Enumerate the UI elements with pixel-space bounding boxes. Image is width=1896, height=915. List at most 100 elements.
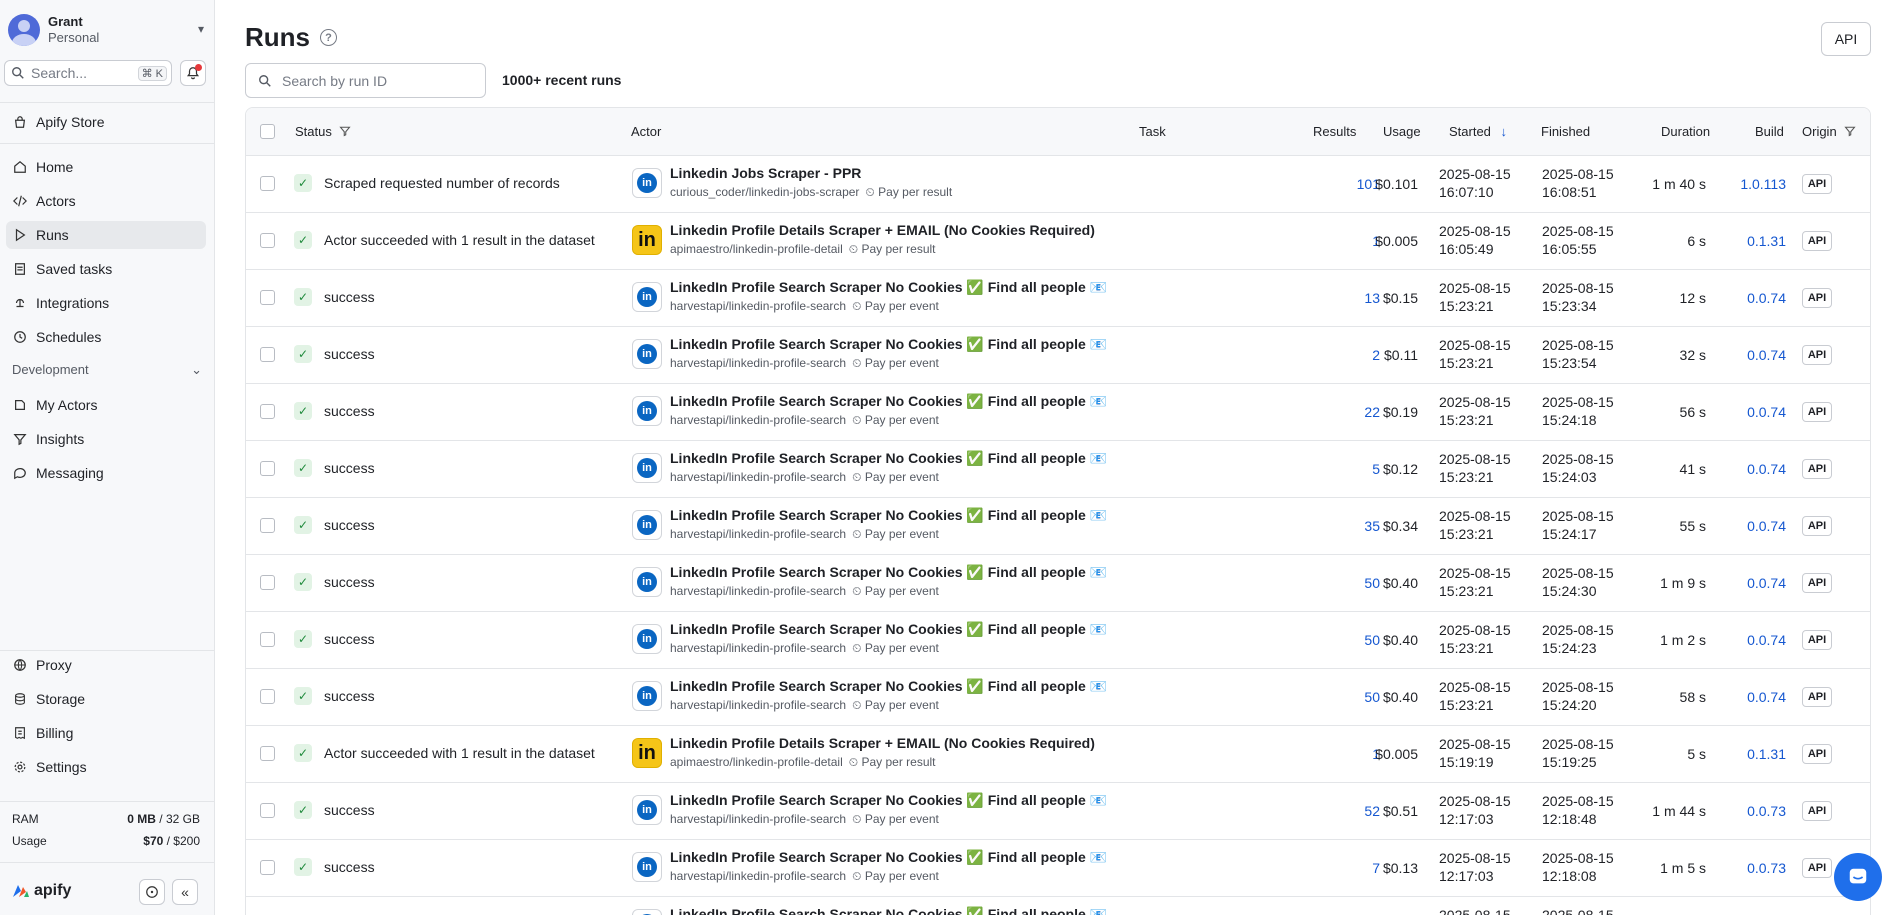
nav-storage[interactable]: Storage — [6, 685, 206, 713]
row-checkbox[interactable] — [260, 290, 275, 305]
help-button[interactable] — [139, 879, 165, 905]
actor-name[interactable]: LinkedIn Profile Search Scraper No Cooki… — [670, 906, 1107, 915]
select-all-checkbox[interactable] — [260, 124, 275, 139]
actor-icon[interactable]: in — [632, 567, 662, 597]
actor-icon[interactable]: in — [632, 453, 662, 483]
header-origin[interactable]: Origin — [1802, 124, 1856, 139]
row-checkbox[interactable] — [260, 404, 275, 419]
row-checkbox[interactable] — [260, 803, 275, 818]
actor-name[interactable]: LinkedIn Profile Search Scraper No Cooki… — [670, 849, 1107, 866]
chevron-down-icon[interactable]: ▾ — [198, 22, 204, 36]
actor-name[interactable]: LinkedIn Profile Search Scraper No Cooki… — [670, 450, 1107, 467]
api-button[interactable]: API — [1821, 22, 1871, 56]
table-row[interactable]: ✓ success in LinkedIn Profile Search Scrape… — [246, 669, 1870, 726]
table-row[interactable]: ✓ success in LinkedIn Profile Search Scrape… — [246, 327, 1870, 384]
row-checkbox[interactable] — [260, 347, 275, 362]
nav-insights[interactable]: Insights — [6, 425, 206, 453]
table-row[interactable]: ✓ Actor succeeded with 1 result in the da… — [246, 213, 1870, 270]
row-checkbox[interactable] — [260, 632, 275, 647]
actor-name[interactable]: LinkedIn Profile Search Scraper No Cooki… — [670, 507, 1107, 524]
actor-name[interactable]: LinkedIn Profile Search Scraper No Cooki… — [670, 792, 1107, 809]
actor-name[interactable]: LinkedIn Profile Search Scraper No Cooki… — [670, 621, 1107, 638]
row-checkbox[interactable] — [260, 575, 275, 590]
actor-icon[interactable]: in — [632, 852, 662, 882]
nav-runs[interactable]: Runs — [6, 221, 206, 249]
actor-icon[interactable]: in — [632, 168, 662, 198]
table-row[interactable]: ✓ success in LinkedIn Profile Search Scrape… — [246, 384, 1870, 441]
actor-name[interactable]: LinkedIn Profile Search Scraper No Cooki… — [670, 393, 1107, 410]
table-row[interactable]: ✓ success in LinkedIn Profile Search Scrape… — [246, 783, 1870, 840]
row-checkbox[interactable] — [260, 689, 275, 704]
nav-saved-tasks[interactable]: Saved tasks — [6, 255, 206, 283]
run-build[interactable]: 0.0.74 — [1747, 575, 1786, 591]
table-row[interactable]: ✓ Scraped requested number of records in Li… — [246, 156, 1870, 213]
apify-logo[interactable]: apify — [12, 882, 71, 900]
chat-button[interactable] — [1834, 853, 1882, 901]
actor-name[interactable]: LinkedIn Profile Search Scraper No Cooki… — [670, 564, 1107, 581]
run-build[interactable]: 1.0.113 — [1740, 176, 1786, 192]
nav-home[interactable]: Home — [6, 153, 206, 181]
header-started[interactable]: Started ↓ — [1449, 124, 1507, 139]
table-row[interactable]: ✓ success in LinkedIn Profile Search Scrape… — [246, 270, 1870, 327]
actor-icon[interactable]: in — [632, 396, 662, 426]
nav-schedules[interactable]: Schedules — [6, 323, 206, 351]
nav-actors[interactable]: Actors — [6, 187, 206, 215]
row-checkbox[interactable] — [260, 176, 275, 191]
actor-icon[interactable]: in — [632, 738, 662, 768]
actor-icon[interactable]: in — [632, 624, 662, 654]
actor-icon[interactable]: in — [632, 225, 662, 255]
row-checkbox[interactable] — [260, 518, 275, 533]
filter-icon[interactable] — [1844, 125, 1856, 137]
nav-messaging[interactable]: Messaging — [6, 459, 206, 487]
development-section-toggle[interactable]: Development ⌄ — [12, 362, 202, 378]
run-build[interactable]: 0.0.74 — [1747, 632, 1786, 648]
row-checkbox[interactable] — [260, 233, 275, 248]
actor-icon[interactable]: in — [632, 282, 662, 312]
actor-name[interactable]: LinkedIn Profile Search Scraper No Cooki… — [670, 279, 1107, 296]
table-row[interactable]: ✓ success in LinkedIn Profile Search Scrape… — [246, 441, 1870, 498]
notifications-button[interactable] — [180, 60, 206, 86]
actor-name[interactable]: Linkedin Profile Details Scraper + EMAIL… — [670, 222, 1095, 238]
actor-name[interactable]: Linkedin Jobs Scraper - PPR — [670, 165, 861, 181]
actor-icon[interactable]: in — [632, 339, 662, 369]
row-checkbox[interactable] — [260, 461, 275, 476]
actor-icon[interactable]: in — [632, 510, 662, 540]
run-id-search[interactable]: Search by run ID — [245, 63, 486, 98]
run-build[interactable]: 0.0.73 — [1747, 860, 1786, 876]
actor-icon[interactable]: in — [632, 681, 662, 711]
run-build[interactable]: 0.0.74 — [1747, 518, 1786, 534]
run-build[interactable]: 0.0.74 — [1747, 461, 1786, 477]
row-checkbox[interactable] — [260, 860, 275, 875]
actor-name[interactable]: LinkedIn Profile Search Scraper No Cooki… — [670, 678, 1107, 695]
nav-my-actors[interactable]: My Actors — [6, 391, 206, 419]
table-row[interactable]: in LinkedIn Profile Search Scraper No Coo… — [246, 897, 1870, 915]
actor-name[interactable]: Linkedin Profile Details Scraper + EMAIL… — [670, 735, 1095, 751]
nav-proxy[interactable]: Proxy — [6, 651, 206, 679]
nav-billing[interactable]: Billing — [6, 719, 206, 747]
table-row[interactable]: ✓ success in LinkedIn Profile Search Scrape… — [246, 555, 1870, 612]
filter-icon[interactable] — [339, 125, 352, 137]
user-menu[interactable]: Grant Personal ▾ — [8, 12, 204, 48]
table-row[interactable]: ✓ success in LinkedIn Profile Search Scrape… — [246, 840, 1870, 897]
nav-settings[interactable]: Settings — [6, 753, 206, 781]
collapse-sidebar-button[interactable]: « — [172, 879, 198, 905]
run-build[interactable]: 0.0.74 — [1747, 404, 1786, 420]
run-build[interactable]: 0.1.31 — [1747, 746, 1786, 762]
actor-icon[interactable]: in — [632, 909, 662, 915]
actor-icon[interactable]: in — [632, 795, 662, 825]
table-row[interactable]: ✓ success in LinkedIn Profile Search Scrape… — [246, 498, 1870, 555]
run-build[interactable]: 0.0.74 — [1747, 347, 1786, 363]
nav-apify-store[interactable]: Apify Store — [6, 108, 206, 136]
sidebar-search[interactable]: Search... ⌘ K — [4, 60, 172, 86]
run-build[interactable]: 0.1.31 — [1747, 233, 1786, 249]
nav-integrations[interactable]: Integrations — [6, 289, 206, 317]
header-status[interactable]: Status — [295, 124, 352, 139]
table-row[interactable]: ✓ success in LinkedIn Profile Search Scrape… — [246, 612, 1870, 669]
question-icon[interactable]: ? — [320, 29, 337, 46]
actor-name[interactable]: LinkedIn Profile Search Scraper No Cooki… — [670, 336, 1107, 353]
row-checkbox[interactable] — [260, 746, 275, 761]
run-build[interactable]: 0.0.73 — [1747, 803, 1786, 819]
run-build[interactable]: 0.0.74 — [1747, 689, 1786, 705]
table-row[interactable]: ✓ Actor succeeded with 1 result in the da… — [246, 726, 1870, 783]
run-build[interactable]: 0.0.74 — [1747, 290, 1786, 306]
